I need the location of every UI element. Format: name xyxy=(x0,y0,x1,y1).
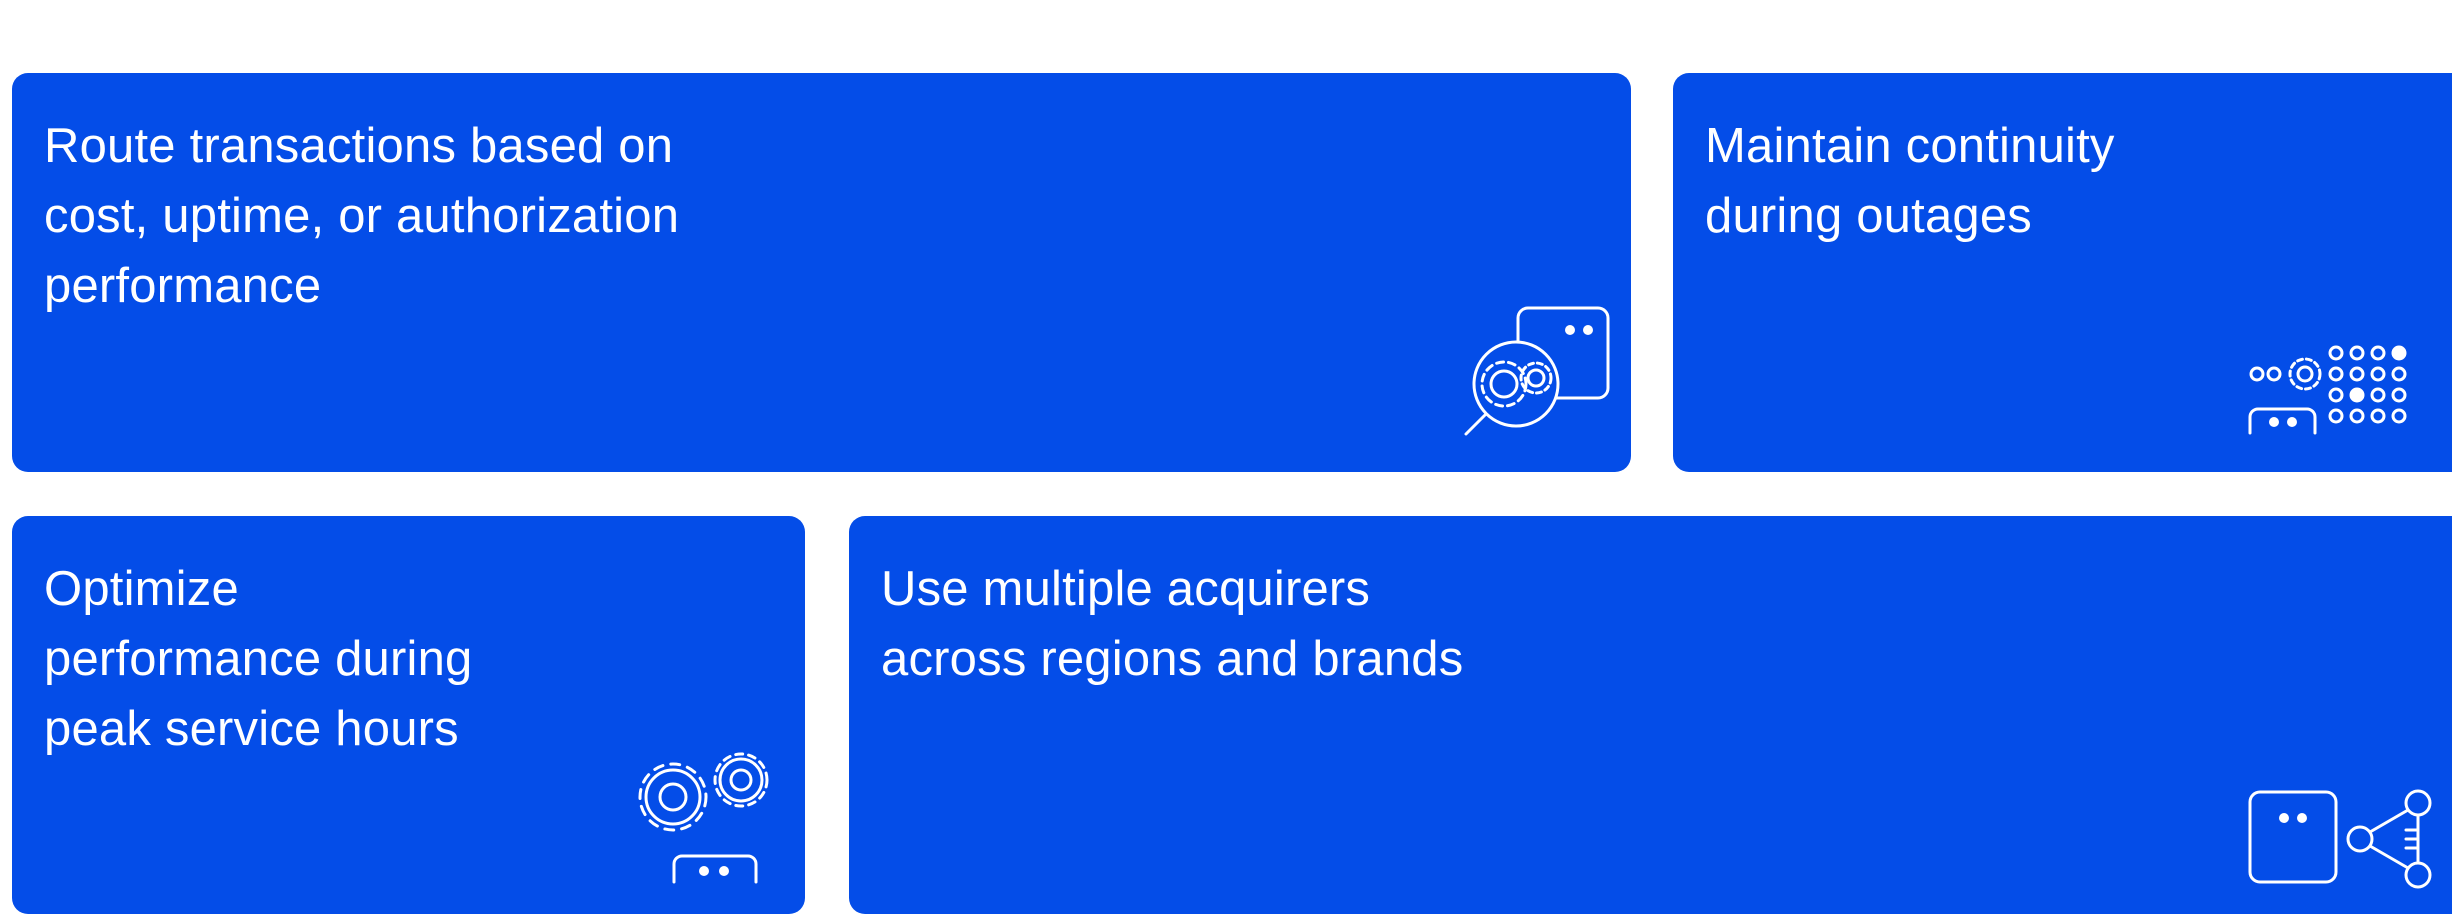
feature-card-multiple-acquirers: Use multiple acquirers across regions an… xyxy=(849,516,2452,914)
feature-card-optimize-performance: Optimize performance during peak service… xyxy=(12,516,805,914)
feature-card-text: Maintain continuity during outages xyxy=(1705,119,2115,243)
feature-card-maintain-continuity: Maintain continuity during outages xyxy=(1673,73,2452,472)
card-share-nodes-icon xyxy=(2248,786,2448,896)
page: { "colors": { "card_background": "#044de… xyxy=(0,0,2452,917)
feature-card-route-transactions: Route transactions based on cost, uptime… xyxy=(12,73,1631,472)
card-gears-icon xyxy=(638,752,778,892)
feature-card-text: Route transactions based on cost, uptime… xyxy=(44,119,680,313)
feature-card-text: Use multiple acquirers across regions an… xyxy=(881,562,1464,686)
card-magnifier-gears-icon xyxy=(1464,306,1614,446)
feature-card-text: Optimize performance during peak service… xyxy=(44,562,473,756)
card-dot-grid-gear-icon xyxy=(2248,345,2448,445)
